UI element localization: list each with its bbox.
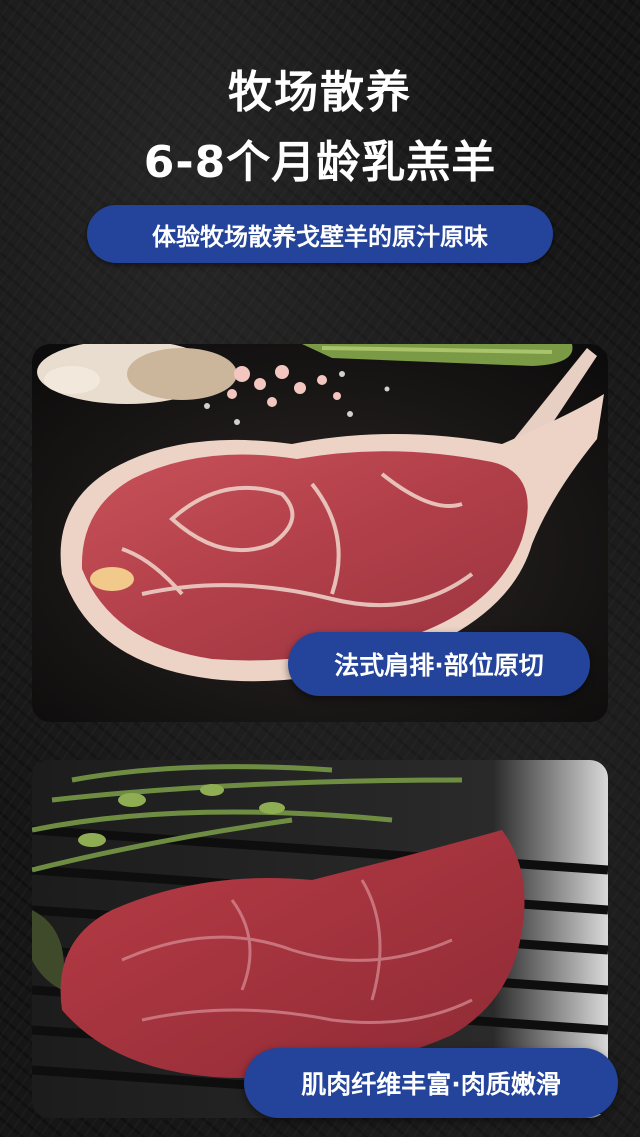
page-title-line1: 牧场散养 (228, 67, 412, 118)
page-title-line2: 6-8个月龄乳羔羊 (143, 137, 497, 188)
subtitle-badge: 体验牧场散养戈壁羊的原汁原味 (87, 205, 553, 263)
caption-badge-2: 肌肉纤维丰富·肉质嫩滑 (244, 1048, 618, 1118)
caption-badge-1: 法式肩排·部位原切 (288, 632, 590, 696)
